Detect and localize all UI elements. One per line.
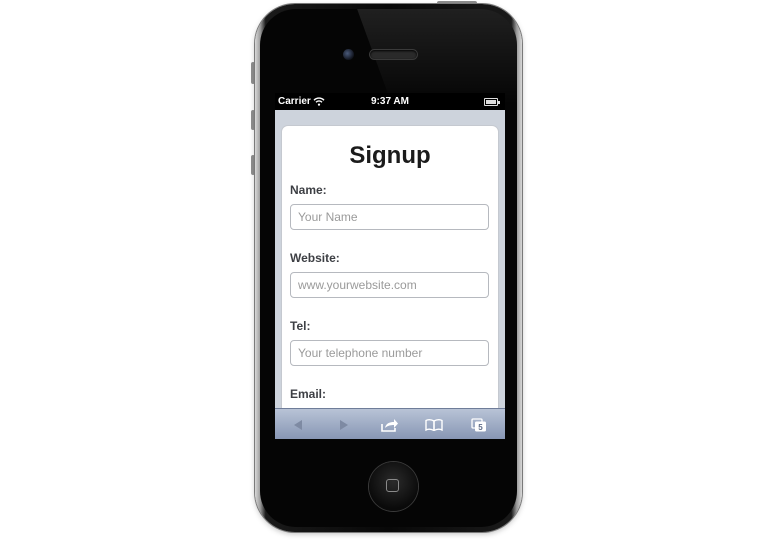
page-title: Signup [349, 142, 431, 169]
tabs-button[interactable]: 5 [461, 409, 497, 439]
battery-icon [484, 98, 500, 106]
tabs-icon: 5 [471, 417, 486, 432]
bookmarks-icon [425, 418, 443, 431]
share-button[interactable] [372, 409, 408, 439]
front-camera [343, 49, 354, 60]
status-bar: Carrier 9:37 AM [275, 93, 505, 110]
bookmarks-button[interactable] [416, 409, 452, 439]
browser-toolbar: 5 [275, 408, 505, 439]
share-icon [381, 418, 398, 432]
email-label: Email: [290, 387, 327, 401]
forward-arrow-icon [340, 419, 348, 430]
website-input[interactable] [290, 272, 489, 298]
website-label: Website: [290, 251, 340, 265]
tel-input[interactable] [290, 340, 489, 366]
name-label: Name: [290, 183, 327, 197]
name-input[interactable] [290, 204, 489, 230]
forward-button[interactable] [326, 409, 362, 439]
back-button[interactable] [280, 409, 316, 439]
home-button[interactable] [369, 462, 418, 511]
back-arrow-icon [294, 419, 302, 430]
earpiece-speaker [370, 50, 417, 59]
tel-label: Tel: [290, 319, 311, 333]
signup-form: Signup Name: Website: Tel: Email: [281, 125, 499, 427]
home-square-icon [386, 479, 399, 492]
tabs-count: 5 [478, 423, 483, 432]
clock: 9:37 AM [371, 96, 409, 107]
screen: Carrier 9:37 AM Signup Name: Website: Te… [275, 93, 505, 439]
